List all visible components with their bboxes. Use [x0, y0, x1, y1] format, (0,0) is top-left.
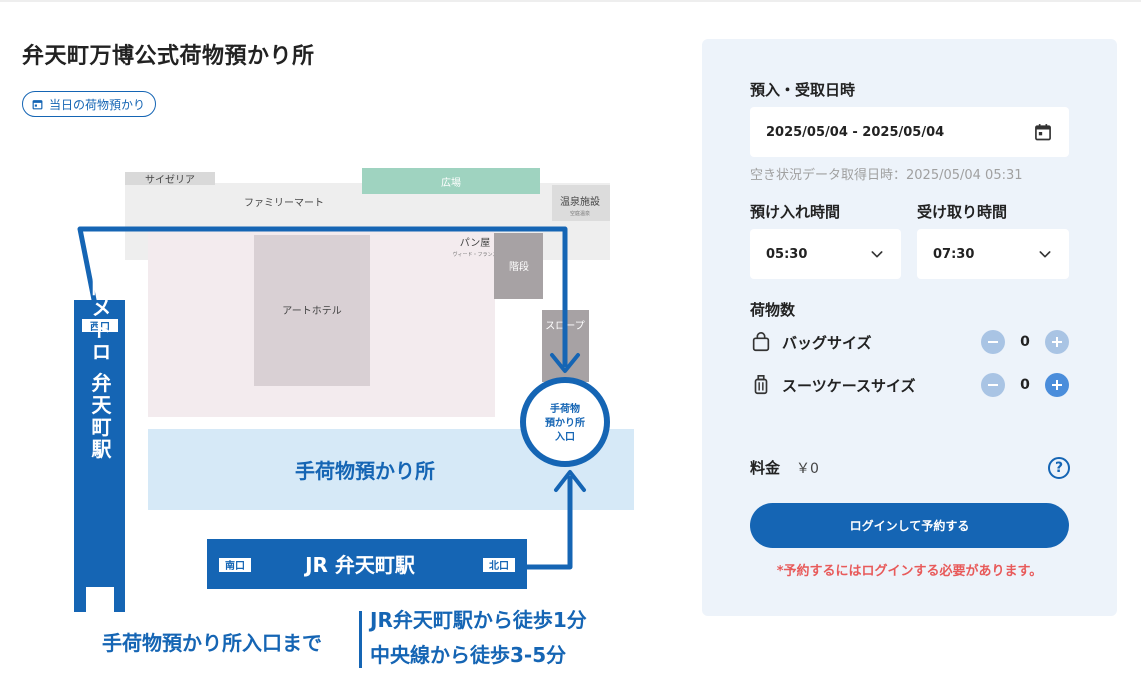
suitcase-count-row: スーツケースサイズ 0	[750, 371, 1069, 399]
dropoff-time-value: 05:30	[766, 246, 808, 262]
map-label-bakery-sub: ヴィード・フランス	[453, 251, 498, 258]
calendar-icon	[32, 99, 43, 109]
suitcase-icon	[750, 374, 772, 396]
dropoff-time-label: 預け入れ時間	[750, 203, 841, 221]
login-to-reserve-button[interactable]: ログインして予約する	[750, 503, 1069, 548]
map-metro-gap	[86, 587, 114, 612]
map-label-saizeriya: サイゼリア	[145, 174, 195, 186]
booking-panel: 預入・受取日時 2025/05/04 - 2025/05/04 空き状況データ取…	[702, 39, 1117, 616]
pickup-time-label: 受け取り時間	[917, 203, 1008, 221]
suitcase-quantity: 0	[1020, 377, 1030, 393]
date-range-field[interactable]: 2025/05/04 - 2025/05/04	[750, 107, 1069, 157]
map-caption-to-entrance: 手荷物預かり所入口まで	[102, 631, 322, 655]
map-label-south-exit: 南口	[225, 559, 245, 572]
date-range-value: 2025/05/04 - 2025/05/04	[766, 124, 945, 140]
help-icon[interactable]: ?	[1048, 457, 1070, 479]
map-caption-walk-chuo: 中央線から徒歩3-5分	[370, 643, 566, 667]
map-label-onsen-sub: 空庭温泉	[570, 210, 590, 217]
dropoff-time-select[interactable]: 05:30	[750, 229, 901, 279]
top-divider	[0, 0, 1141, 2]
fee-row: 料金 ￥0	[750, 457, 819, 478]
map-entrance-line1: 手荷物	[550, 402, 580, 415]
map-entrance-line3: 入口	[555, 431, 575, 443]
availability-note: 空き状況データ取得日時：2025/05/04 05:31	[750, 168, 1023, 183]
page-title: 弁天町万博公式荷物預かり所	[22, 44, 315, 69]
map-label-art-hotel: アートホテル	[282, 305, 341, 317]
bag-size-label: バッグサイズ	[782, 333, 872, 352]
datetime-label: 預入・受取日時	[750, 81, 856, 99]
tag-label: 当日の荷物預かり	[49, 97, 146, 112]
map-label-stairs: 階段	[509, 260, 529, 273]
bag-icon	[750, 331, 772, 353]
map-entrance-line2: 預かり所	[545, 416, 585, 429]
suitcase-decrement-button[interactable]	[981, 373, 1005, 397]
luggage-count-label: 荷物数	[750, 301, 796, 319]
map-caption-divider	[359, 611, 362, 668]
fee-value: ￥0	[796, 461, 819, 477]
suitcase-increment-button[interactable]	[1045, 373, 1069, 397]
map-label-onsen: 温泉施設	[560, 195, 600, 208]
chevron-down-icon	[1039, 251, 1051, 258]
map-label-north-exit: 北口	[489, 559, 509, 572]
location-map: サイゼリア 広場 ファミリーマート 温泉施設 空庭温泉 パン屋 ヴィード・フラン…	[74, 168, 634, 668]
map-label-family-mart: ファミリーマート	[244, 198, 324, 209]
pickup-time-select[interactable]: 07:30	[917, 229, 1069, 279]
map-caption-walk-jr: JR弁天町駅から徒歩1分	[368, 608, 587, 632]
map-label-bakery: パン屋	[460, 237, 491, 249]
map-label-metro: 大阪メトロ 弁天町駅	[88, 253, 112, 460]
login-required-note: *予約するにはログインする必要があります。	[776, 564, 1043, 579]
map-label-jr-station: JR 弁天町駅	[303, 553, 415, 577]
calendar-icon[interactable]	[1033, 122, 1053, 142]
map-label-storage: 手荷物預かり所	[295, 459, 435, 483]
pickup-time-value: 07:30	[933, 246, 975, 262]
bag-quantity: 0	[1020, 334, 1030, 350]
same-day-storage-tag: 当日の荷物預かり	[22, 91, 157, 117]
map-label-square: 広場	[441, 176, 461, 189]
bag-count-row: バッグサイズ 0	[750, 328, 1069, 356]
bag-decrement-button[interactable]	[981, 330, 1005, 354]
chevron-down-icon	[871, 251, 883, 258]
suitcase-size-label: スーツケースサイズ	[782, 376, 916, 395]
fee-label: 料金	[750, 459, 781, 477]
bag-increment-button[interactable]	[1045, 330, 1069, 354]
